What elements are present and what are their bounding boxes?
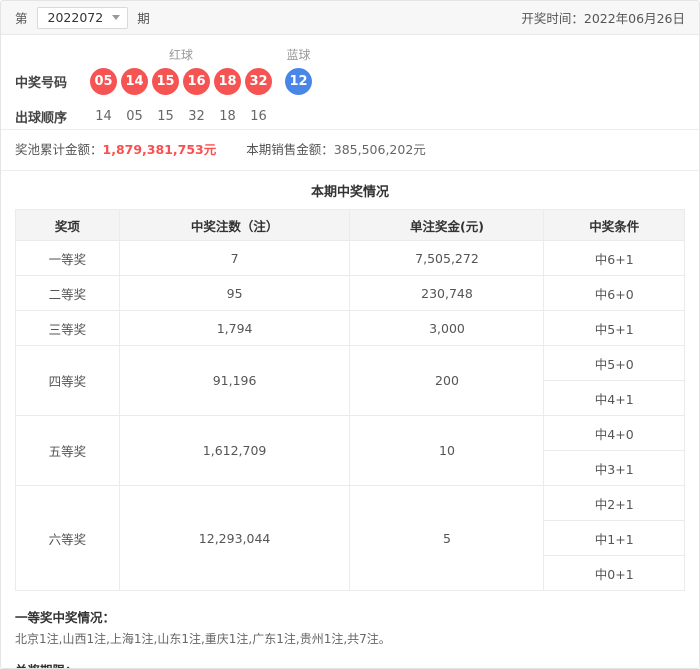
draw-time-label: 开奖时间： [521,11,584,26]
prize-name-cell: 五等奖 [15,415,120,486]
winning-numbers-row: 中奖号码 05 14 15 16 18 32 12 [15,68,685,95]
condition-cell: 中5+0 [543,345,685,381]
red-ball: 32 [245,68,272,95]
condition-cell: 中4+0 [543,415,685,451]
red-balls-group: 05 14 15 16 18 32 [90,68,272,95]
sales-amount: 本期销售金额：385,506,202元 [246,130,426,170]
table-row: 二等奖 95 230,748 中6+0 [15,275,685,311]
prize-amount-cell: 230,748 [349,275,545,311]
winning-count-cell: 95 [118,275,351,311]
topbar: 第 2022072 期 开奖时间：2022年06月26日 [1,1,699,35]
winning-numbers-label: 中奖号码 [15,76,68,91]
red-ball: 05 [90,68,117,95]
prize-name-cell: 一等奖 [15,240,120,276]
period-prefix-label: 第 [15,11,28,26]
blue-ball: 12 [285,68,312,95]
col-header-prize: 奖项 [15,209,120,241]
first-prize-note-text: 北京1注,山西1注,上海1注,山东1注,重庆1注,广东1注,贵州1注,共7注。 [15,632,391,646]
condition-cell: 中1+1 [543,520,685,556]
pool-amount-label: 奖池累计金额： [15,142,103,157]
col-header-count: 中奖注数（注） [118,209,351,241]
period-suffix-label: 期 [137,11,150,26]
prize-amount-cell: 10 [349,415,545,486]
prize-name-cell: 四等奖 [15,345,120,416]
red-ball: 18 [214,68,241,95]
ball-group-labels: 红球 蓝球 [15,44,685,64]
draw-time-value: 2022年06月26日 [583,11,685,26]
red-balls-label: 红球 [168,47,193,62]
winning-count-cell: 12,293,044 [118,485,351,591]
prize-amount-cell: 5 [349,485,545,591]
table-row: 一等奖 7 7,505,272 中6+1 [15,240,685,276]
condition-cell: 中2+1 [543,485,685,521]
period-selector-group: 第 2022072 期 [15,6,150,29]
table-row: 六等奖 12,293,044 5 中2+1 [15,485,685,591]
chevron-down-icon [112,15,121,20]
prize-table-section: 本期中奖情况 奖项 中奖注数（注） 单注奖金(元) 中奖条件 一等奖 7 7,5… [1,171,699,591]
draw-order-number: 32 [188,109,205,124]
draw-time: 开奖时间：2022年06月26日 [521,8,685,27]
draw-order-number: 14 [95,109,112,124]
balls-section: 红球 蓝球 中奖号码 05 14 15 16 18 32 12 出球顺序 14 [1,35,699,129]
table-row: 三等奖 1,794 3,000 中5+1 [15,310,685,346]
draw-order-row: 出球顺序 14 05 15 32 18 16 [15,108,685,126]
red-ball: 16 [183,68,210,95]
condition-cell: 中6+1 [543,240,685,276]
blue-ball-label: 蓝球 [286,47,311,62]
period-select-value: 2022072 [47,10,104,25]
prize-name-cell: 三等奖 [15,310,120,346]
prize-amount-cell: 200 [349,345,545,416]
prize-table-title: 本期中奖情况 [310,185,389,200]
period-select[interactable]: 2022072 [36,6,129,29]
pool-amount-value: 1,879,381,753元 [102,142,217,157]
table-row: 四等奖 91,196 200 中5+0 [15,345,685,416]
draw-order-number: 15 [157,109,174,124]
notes-section: 一等奖中奖情况： 北京1注,山西1注,上海1注,山东1注,重庆1注,广东1注,贵… [1,591,699,668]
draw-order-numbers: 14 05 15 32 18 16 [90,109,272,124]
prize-name-cell: 六等奖 [15,485,120,591]
draw-order-number: 05 [126,109,143,124]
prize-amount-cell: 3,000 [349,310,545,346]
col-header-condition: 中奖条件 [543,209,685,241]
winning-count-cell: 7 [118,240,351,276]
winning-count-cell: 1,794 [118,310,351,346]
pool-amount: 奖池累计金额：1,879,381,753元 [15,130,216,170]
prize-table: 奖项 中奖注数（注） 单注奖金(元) 中奖条件 一等奖 7 7,505,272 … [15,209,685,591]
condition-cell: 中6+0 [543,275,685,311]
table-row: 五等奖 1,612,709 10 中4+0 [15,415,685,486]
pool-sales-strip: 奖池累计金额：1,879,381,753元 本期销售金额：385,506,202… [1,129,699,171]
redeem-note-title: 兑奖期限： [15,660,685,668]
red-ball: 14 [121,68,148,95]
winning-count-cell: 91,196 [118,345,351,416]
condition-cell: 中3+1 [543,450,685,486]
winning-count-cell: 1,612,709 [118,415,351,486]
prize-table-header-row: 奖项 中奖注数（注） 单注奖金(元) 中奖条件 [15,209,685,241]
sales-amount-value: 385,506,202元 [333,142,426,157]
sales-amount-label: 本期销售金额： [246,142,334,157]
red-ball: 15 [152,68,179,95]
prize-name-cell: 二等奖 [15,275,120,311]
draw-order-number: 16 [250,109,267,124]
condition-cell: 中4+1 [543,380,685,416]
col-header-amount: 单注奖金(元) [349,209,545,241]
condition-cell: 中5+1 [543,310,685,346]
prize-amount-cell: 7,505,272 [349,240,545,276]
lottery-result-page: 第 2022072 期 开奖时间：2022年06月26日 红球 蓝球 中奖号码 … [0,0,700,669]
draw-order-number: 18 [219,109,236,124]
condition-cell: 中0+1 [543,555,685,591]
draw-order-label: 出球顺序 [15,111,68,126]
first-prize-note-title: 一等奖中奖情况： [15,610,116,625]
